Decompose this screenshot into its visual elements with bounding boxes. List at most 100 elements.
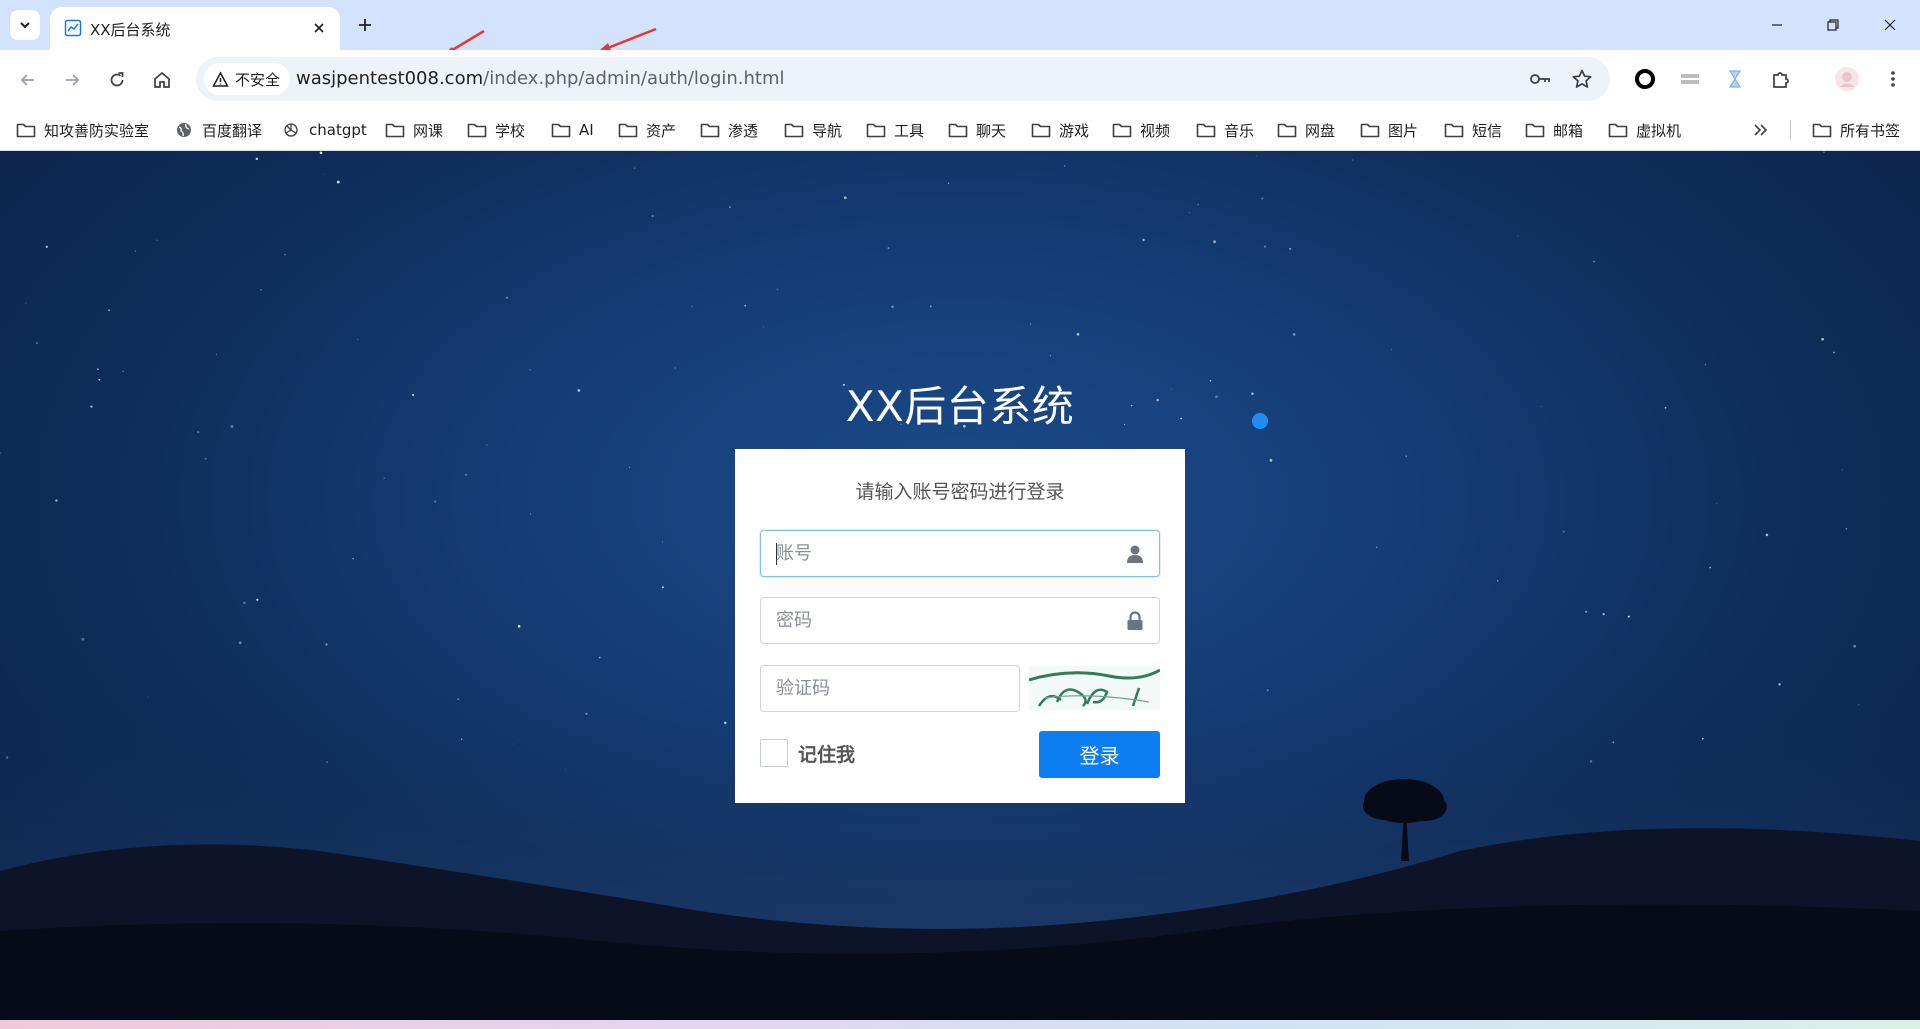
profile-avatar[interactable] <box>1832 64 1862 94</box>
extension-bars-button[interactable] <box>1675 64 1705 94</box>
url-text[interactable]: wasjpentest008.com/index.php/admin/auth/… <box>296 68 785 89</box>
bookmark-label: 网课 <box>413 121 444 140</box>
extensions-button[interactable] <box>1766 64 1796 94</box>
bookmark-label: 学校 <box>495 121 526 140</box>
tab-strip: XX后台系统 <box>0 0 1920 59</box>
close-icon <box>314 23 324 33</box>
bookmark-item[interactable]: 百度翻译 <box>174 118 262 142</box>
bookmark-label: 渗透 <box>728 121 759 140</box>
chevron-down-icon <box>20 22 30 29</box>
close-window-button[interactable] <box>1875 10 1905 40</box>
favicon-chart-icon <box>64 19 82 37</box>
password-key-button[interactable] <box>1528 67 1552 91</box>
bookmark-item[interactable]: 音乐 <box>1196 118 1254 142</box>
bookmark-label: 短信 <box>1472 121 1503 140</box>
reload-button[interactable] <box>101 64 133 96</box>
remember-me[interactable]: 记住我 <box>760 739 855 767</box>
login-button[interactable]: 登录 <box>1039 731 1160 778</box>
arrow-right-icon <box>66 74 80 86</box>
browser-menu-button[interactable] <box>1878 64 1908 94</box>
bookmark-label: 音乐 <box>1224 121 1255 140</box>
password-input[interactable] <box>761 598 1159 643</box>
bookmark-item[interactable]: 聊天 <box>948 118 1006 142</box>
tab-close-button[interactable] <box>308 17 330 39</box>
restore-button[interactable] <box>1818 10 1848 40</box>
minimize-button[interactable] <box>1762 10 1792 40</box>
password-field[interactable] <box>760 597 1160 644</box>
bookmark-label: 游戏 <box>1059 121 1090 140</box>
bookmark-item[interactable]: chatgpt <box>281 118 367 142</box>
extension-hourglass-button[interactable] <box>1720 64 1750 94</box>
folder-icon <box>948 123 968 138</box>
url-host: wasjpentest008.com <box>296 68 484 89</box>
minimize-icon <box>1772 24 1782 26</box>
folder-icon <box>385 123 405 138</box>
bookmarks-bar: 知攻善防实验室 百度翻译 chatgpt 网课 学校 AI 资产 渗透 导航 工具 聊天 游戏 视频 音乐… <box>0 108 1920 151</box>
bookmarks-divider <box>1790 120 1791 140</box>
bookmark-label: 视频 <box>1140 121 1171 140</box>
remember-label: 记住我 <box>798 743 856 766</box>
extension-circle-button[interactable] <box>1630 64 1660 94</box>
login-card: 请输入账号密码进行登录 账号 验证码 记住我 登录 <box>735 449 1185 803</box>
bookmark-item[interactable]: 短信 <box>1444 118 1502 142</box>
folder-icon <box>551 123 571 138</box>
openai-icon <box>284 123 298 137</box>
home-button[interactable] <box>146 64 178 96</box>
bars-icon <box>1681 74 1699 84</box>
bookmark-item[interactable]: 工具 <box>866 118 924 142</box>
globe-icon <box>177 123 191 137</box>
bookmark-item[interactable]: 邮箱 <box>1525 118 1583 142</box>
arrow-left-icon <box>20 74 34 86</box>
bookmark-item[interactable]: 资产 <box>618 118 676 142</box>
captcha-input[interactable] <box>761 666 1019 711</box>
bookmark-item[interactable]: 网课 <box>385 118 443 142</box>
folder-icon <box>1444 123 1464 138</box>
folder-icon <box>1112 123 1132 138</box>
bookmark-item[interactable]: 游戏 <box>1031 118 1089 142</box>
bookmark-item[interactable]: 学校 <box>467 118 525 142</box>
captcha-field[interactable] <box>760 665 1020 712</box>
bookmarks-overflow-button[interactable] <box>1752 118 1768 142</box>
folder-icon <box>1608 123 1628 138</box>
folder-icon <box>784 123 804 138</box>
folder-icon <box>1196 123 1216 138</box>
login-subtitle: 请输入账号密码进行登录 <box>855 481 1065 503</box>
bookmark-star-button[interactable] <box>1570 67 1594 91</box>
bookmark-label: 百度翻译 <box>202 121 263 140</box>
bookmark-item[interactable]: 图片 <box>1360 118 1418 142</box>
remember-checkbox[interactable] <box>760 739 788 767</box>
folder-icon <box>1812 123 1832 138</box>
bookmark-item[interactable]: 渗透 <box>700 118 758 142</box>
folder-icon <box>618 123 638 138</box>
bookmark-item[interactable]: 知攻善防实验室 <box>16 118 149 142</box>
security-chip[interactable]: 不安全 <box>204 63 291 95</box>
active-tab[interactable]: XX后台系统 <box>50 7 340 50</box>
bookmark-item[interactable]: 虚拟机 <box>1608 118 1681 142</box>
bookmark-item[interactable]: 视频 <box>1112 118 1170 142</box>
username-input[interactable] <box>761 531 1159 576</box>
folder-icon <box>16 123 36 138</box>
bookmark-item[interactable]: AI <box>551 118 594 142</box>
forward-button[interactable] <box>56 64 88 96</box>
bookmark-label: 虚拟机 <box>1636 121 1682 140</box>
all-bookmarks-label: 所有书签 <box>1840 121 1901 140</box>
tab-search-button[interactable] <box>10 10 40 40</box>
bookmark-label: 网盘 <box>1305 121 1336 140</box>
warning-icon <box>212 70 229 87</box>
browser-toolbar: 不安全 wasjpentest008.com/index.php/admin/a… <box>0 50 1920 108</box>
bookmark-label: 聊天 <box>976 121 1007 140</box>
captcha-image[interactable] <box>1029 666 1160 710</box>
username-field[interactable] <box>760 530 1160 577</box>
address-bar[interactable]: 不安全 wasjpentest008.com/index.php/admin/a… <box>196 57 1610 101</box>
all-bookmarks-button[interactable]: 所有书签 <box>1812 118 1900 142</box>
back-button[interactable] <box>12 64 44 96</box>
folder-icon <box>1031 123 1051 138</box>
bookmark-item[interactable]: 网盘 <box>1277 118 1335 142</box>
login-title: XX后台系统 <box>845 382 1075 431</box>
restore-icon <box>1827 19 1839 31</box>
bookmark-item[interactable]: 导航 <box>784 118 842 142</box>
bookmark-label: 资产 <box>646 121 677 140</box>
new-tab-button[interactable] <box>351 11 379 39</box>
user-icon <box>1125 544 1145 564</box>
bookmark-label: 工具 <box>894 121 925 140</box>
